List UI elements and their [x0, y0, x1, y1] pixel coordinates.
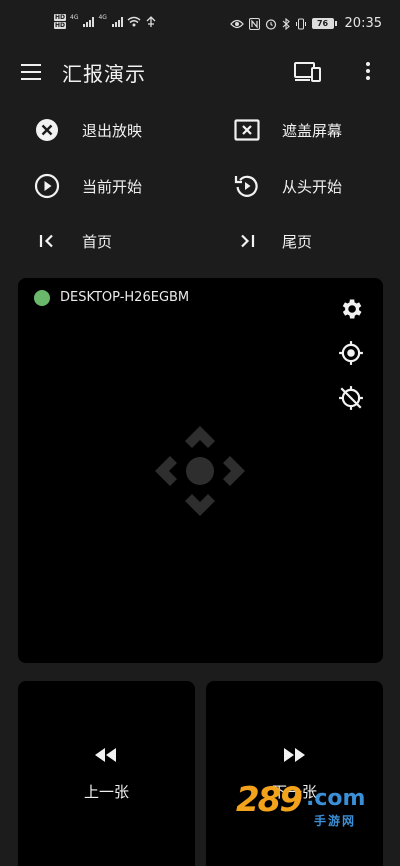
exit-slideshow-button[interactable]: 退出放映	[34, 112, 214, 148]
app-bar: 汇报演示	[0, 48, 400, 96]
restart-icon	[234, 173, 260, 199]
start-from-beginning-button[interactable]: 从头开始	[234, 168, 384, 204]
start-current-label: 当前开始	[82, 178, 143, 196]
status-bar: HD HD 4G 4G 76 20:35	[0, 0, 400, 48]
last-page-button[interactable]: 尾页	[234, 223, 384, 259]
network-type-2: 4G	[98, 14, 107, 21]
fast-forward-icon	[284, 748, 305, 762]
cover-screen-label: 遮盖屏幕	[282, 122, 343, 140]
page-title: 汇报演示	[62, 62, 146, 86]
bluetooth-icon	[282, 17, 290, 30]
device-status-dot	[34, 290, 50, 306]
target-off-icon[interactable]	[338, 385, 364, 411]
battery-icon: 76	[311, 18, 337, 29]
start-current-button[interactable]: 当前开始	[34, 168, 214, 204]
exit-slideshow-label: 退出放映	[82, 122, 143, 140]
dpad-icon	[155, 426, 245, 516]
watermark-number: 289	[236, 780, 303, 820]
hd-indicator: HD HD	[54, 14, 67, 29]
status-left: HD HD 4G 4G	[54, 14, 157, 29]
vibrate-icon	[295, 18, 306, 29]
cover-screen-button[interactable]: 遮盖屏幕	[234, 112, 384, 148]
play-circle-icon	[34, 173, 60, 199]
last-page-icon	[234, 228, 260, 254]
cover-screen-icon	[234, 117, 260, 143]
start-from-beginning-label: 从头开始	[282, 178, 343, 196]
watermark-sub: 手游网	[314, 814, 357, 828]
signal-icon	[83, 16, 95, 27]
nfc-icon	[248, 17, 260, 30]
signal-icon-2	[111, 16, 123, 27]
more-options-icon[interactable]	[360, 60, 376, 84]
first-page-label: 首页	[82, 233, 113, 251]
status-right: 76 20:35	[229, 16, 382, 31]
watermark-domain: .com	[306, 786, 366, 811]
clock: 20:35	[344, 16, 382, 31]
target-icon[interactable]	[338, 340, 364, 366]
last-page-label: 尾页	[282, 233, 313, 251]
hd-bottom: HD	[54, 22, 67, 29]
first-page-icon	[34, 228, 60, 254]
close-circle-icon	[34, 117, 60, 143]
rewind-icon	[95, 748, 116, 762]
previous-slide-button[interactable]: 上一张	[18, 681, 195, 866]
watermark-logo: 289 .com 手游网	[236, 780, 386, 828]
battery-level: 76	[311, 18, 334, 29]
usb-debug-icon	[146, 15, 156, 27]
wifi-icon	[127, 16, 141, 27]
device-name: DESKTOP-H26EGBM	[60, 290, 190, 305]
control-pad[interactable]: DESKTOP-H26EGBM	[18, 278, 383, 663]
network-type-1: 4G	[70, 14, 79, 21]
eye-icon	[229, 19, 244, 28]
previous-slide-label: 上一张	[83, 783, 129, 801]
settings-icon[interactable]	[338, 296, 364, 322]
alarm-icon	[265, 18, 276, 30]
devices-icon[interactable]	[294, 61, 322, 83]
next-slide-button[interactable]: 下一张	[206, 681, 383, 866]
menu-icon[interactable]	[21, 64, 43, 80]
first-page-button[interactable]: 首页	[34, 223, 214, 259]
hd-top: HD	[54, 14, 67, 21]
